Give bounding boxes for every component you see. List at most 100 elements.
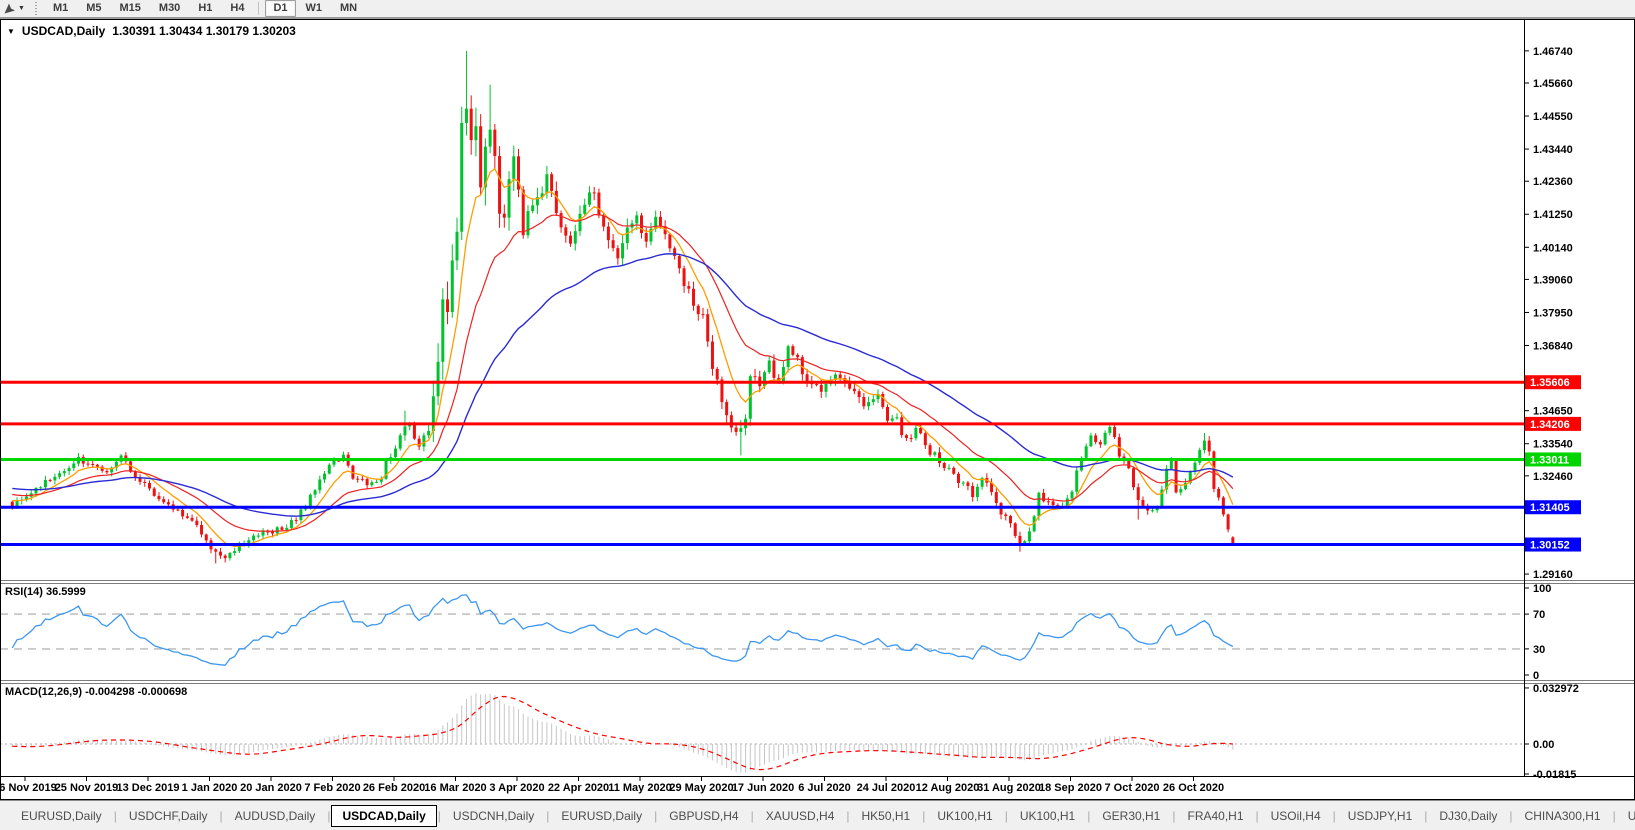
candle: [895, 417, 898, 418]
candle: [564, 227, 567, 235]
candle: [498, 156, 501, 214]
timeframe-button-m30[interactable]: M30: [151, 0, 188, 17]
candle: [872, 399, 875, 402]
candle: [616, 248, 619, 258]
date-label: 31 Aug 2020: [977, 782, 1041, 794]
candle: [489, 130, 492, 147]
chart-ohlc-values: 1.30391 1.30434 1.30179 1.30203: [112, 24, 296, 38]
rsi-tick-label: 70: [1533, 609, 1545, 621]
candle: [403, 426, 406, 435]
chart-tab-fra40-h1[interactable]: FRA40,H1: [1176, 805, 1254, 827]
price-line-badge-label: 1.35606: [1530, 377, 1570, 389]
timeframe-button-m15[interactable]: M15: [112, 0, 149, 17]
candle: [427, 431, 430, 435]
candle: [853, 389, 856, 392]
candle: [702, 314, 705, 315]
timeframe-button-mn[interactable]: MN: [332, 0, 365, 17]
rsi-indicator-label: RSI(14) 36.5999: [5, 586, 86, 598]
candle: [356, 479, 359, 480]
candle: [1141, 500, 1144, 506]
price-tick-label: 1.44550: [1533, 111, 1573, 123]
candle: [711, 342, 714, 369]
candle: [754, 376, 757, 377]
collapse-caret-icon[interactable]: ▼: [7, 27, 15, 36]
candle: [176, 510, 179, 511]
candle: [900, 417, 903, 435]
candle: [200, 525, 203, 534]
chart-tab-eurusd-daily[interactable]: EURUSD,Daily: [550, 805, 653, 827]
candle: [1132, 468, 1135, 487]
chart-tab-uk100-h1[interactable]: UK100,H1: [1009, 805, 1086, 827]
candle: [366, 479, 369, 485]
chart-tab-uk100-h1[interactable]: UK100,H1: [926, 805, 1003, 827]
chart-tab-gbpusd-h4[interactable]: GBPUSD,H4: [658, 805, 749, 827]
tabs-holder: EURUSD,Daily|USDCHF,Daily|AUDUSD,Daily|U…: [10, 805, 1635, 827]
chart-tab-audusd-daily[interactable]: AUDUSD,Daily: [224, 805, 327, 827]
date-label: 6 Jul 2020: [798, 782, 851, 794]
candle: [323, 474, 326, 480]
timeframe-button-d1[interactable]: D1: [265, 0, 295, 17]
candle: [1042, 493, 1045, 501]
candle: [971, 486, 974, 497]
candle: [825, 384, 828, 392]
timeframe-button-w1[interactable]: W1: [298, 0, 331, 17]
candle: [602, 216, 605, 227]
candle: [205, 534, 208, 540]
candle: [597, 193, 600, 216]
date-label: 17 Jun 2020: [732, 782, 794, 794]
candle: [522, 190, 525, 236]
tool-dropdown-caret-icon[interactable]: ▼: [17, 5, 29, 12]
chart-tab-usdcad-daily[interactable]: USDCAD,Daily: [331, 805, 436, 827]
toolbar-grip[interactable]: [34, 2, 39, 15]
date-label: 3 Apr 2020: [489, 782, 544, 794]
candle: [143, 482, 146, 483]
candle: [787, 346, 790, 367]
chart-tab-usoil-h1[interactable]: USOil,H1: [1617, 805, 1635, 827]
price-line-badge-label: 1.31405: [1530, 502, 1570, 514]
date-label: 26 Oct 2020: [1163, 782, 1224, 794]
candle: [96, 465, 99, 467]
candle: [318, 479, 321, 490]
candle: [58, 473, 61, 477]
candle: [49, 480, 52, 481]
chart-tab-usoil-h4[interactable]: USOil,H4: [1260, 805, 1332, 827]
candle: [493, 130, 496, 156]
candle: [1208, 441, 1211, 452]
chart-tab-hk50-h1[interactable]: HK50,H1: [851, 805, 922, 827]
date-label: 22 Apr 2020: [548, 782, 609, 794]
candle: [195, 521, 198, 525]
candle: [905, 435, 908, 438]
chart-tab-usdcnh-daily[interactable]: USDCNH,Daily: [442, 805, 545, 827]
timeframe-button-m1[interactable]: M1: [45, 0, 76, 17]
price-chart-canvas[interactable]: 1.467401.456601.445501.434401.423601.412…: [0, 19, 1635, 800]
chart-tab-usdchf-daily[interactable]: USDCHF,Daily: [118, 805, 219, 827]
timeframe-button-h4[interactable]: H4: [222, 0, 252, 17]
cursor-tool-icon[interactable]: [1, 1, 17, 16]
chart-tab-ger30-h1[interactable]: GER30,H1: [1091, 805, 1171, 827]
candle: [772, 360, 775, 377]
price-tick-label: 1.43440: [1533, 144, 1573, 156]
chart-tab-usdjpy-h1[interactable]: USDJPY,H1: [1337, 805, 1423, 827]
candle: [422, 435, 425, 446]
chart-tab-xauusd-h4[interactable]: XAUUSD,H4: [755, 805, 846, 827]
chart-tab-china300-h1[interactable]: CHINA300,H1: [1514, 805, 1612, 827]
candle: [815, 384, 818, 385]
candle: [228, 553, 231, 558]
date-label: 7 Feb 2020: [304, 782, 360, 794]
candle: [1037, 493, 1040, 516]
candle: [1014, 523, 1017, 536]
candle: [191, 518, 194, 521]
candle: [739, 428, 742, 432]
candle: [1108, 427, 1111, 433]
chart-tab-eurusd-daily[interactable]: EURUSD,Daily: [10, 805, 113, 827]
chart-tab-dj30-daily[interactable]: DJ30,Daily: [1428, 805, 1508, 827]
timeframe-button-h1[interactable]: H1: [190, 0, 220, 17]
candle: [683, 268, 686, 286]
candle: [1047, 501, 1050, 502]
timeframe-button-m5[interactable]: M5: [78, 0, 109, 17]
candle: [157, 496, 160, 499]
mt4-terminal: { "toolbar": { "timeframes": ["M1","M5",…: [0, 0, 1635, 830]
candle: [914, 428, 917, 438]
candle: [858, 391, 861, 397]
candle: [153, 488, 156, 495]
